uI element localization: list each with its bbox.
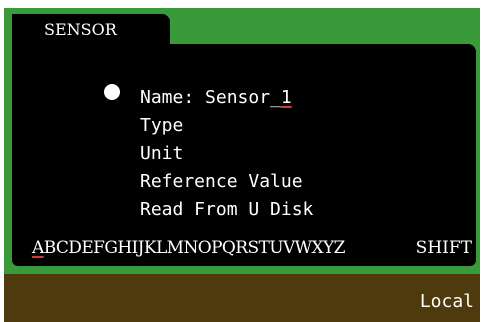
- menu-item-name[interactable]: Name: Sensor_1: [140, 84, 313, 112]
- tab-sensor-label: SENSOR: [44, 20, 117, 39]
- name-value[interactable]: Sensor_: [205, 87, 281, 108]
- alphabet-keyboard[interactable]: ABCDEFGHIJKLMNOPQRSTUVWXYZ: [32, 236, 345, 260]
- filled-circle-icon: [104, 84, 120, 100]
- menu-item-type[interactable]: Type: [140, 112, 313, 140]
- menu-item-read-from-u-disk[interactable]: Read From U Disk: [140, 196, 313, 224]
- menu-item-name-label: Name:: [140, 87, 206, 108]
- letter-row[interactable]: BCDEFGHIJKLMNOPQRSTUVWXYZ: [44, 238, 346, 258]
- status-bar: [4, 274, 480, 322]
- text-cursor-char: 1: [280, 87, 292, 108]
- shift-key[interactable]: SHIFT: [416, 236, 472, 260]
- remote-local-status: Local: [419, 291, 474, 312]
- menu-item-reference-value[interactable]: Reference Value: [140, 168, 313, 196]
- menu-item-unit[interactable]: Unit: [140, 140, 313, 168]
- selected-letter[interactable]: A: [32, 238, 44, 258]
- instrument-screen: SENSOR Name: Sensor_1 Type Unit Referenc…: [0, 0, 484, 322]
- sensor-menu: Name: Sensor_1 Type Unit Reference Value…: [140, 84, 313, 224]
